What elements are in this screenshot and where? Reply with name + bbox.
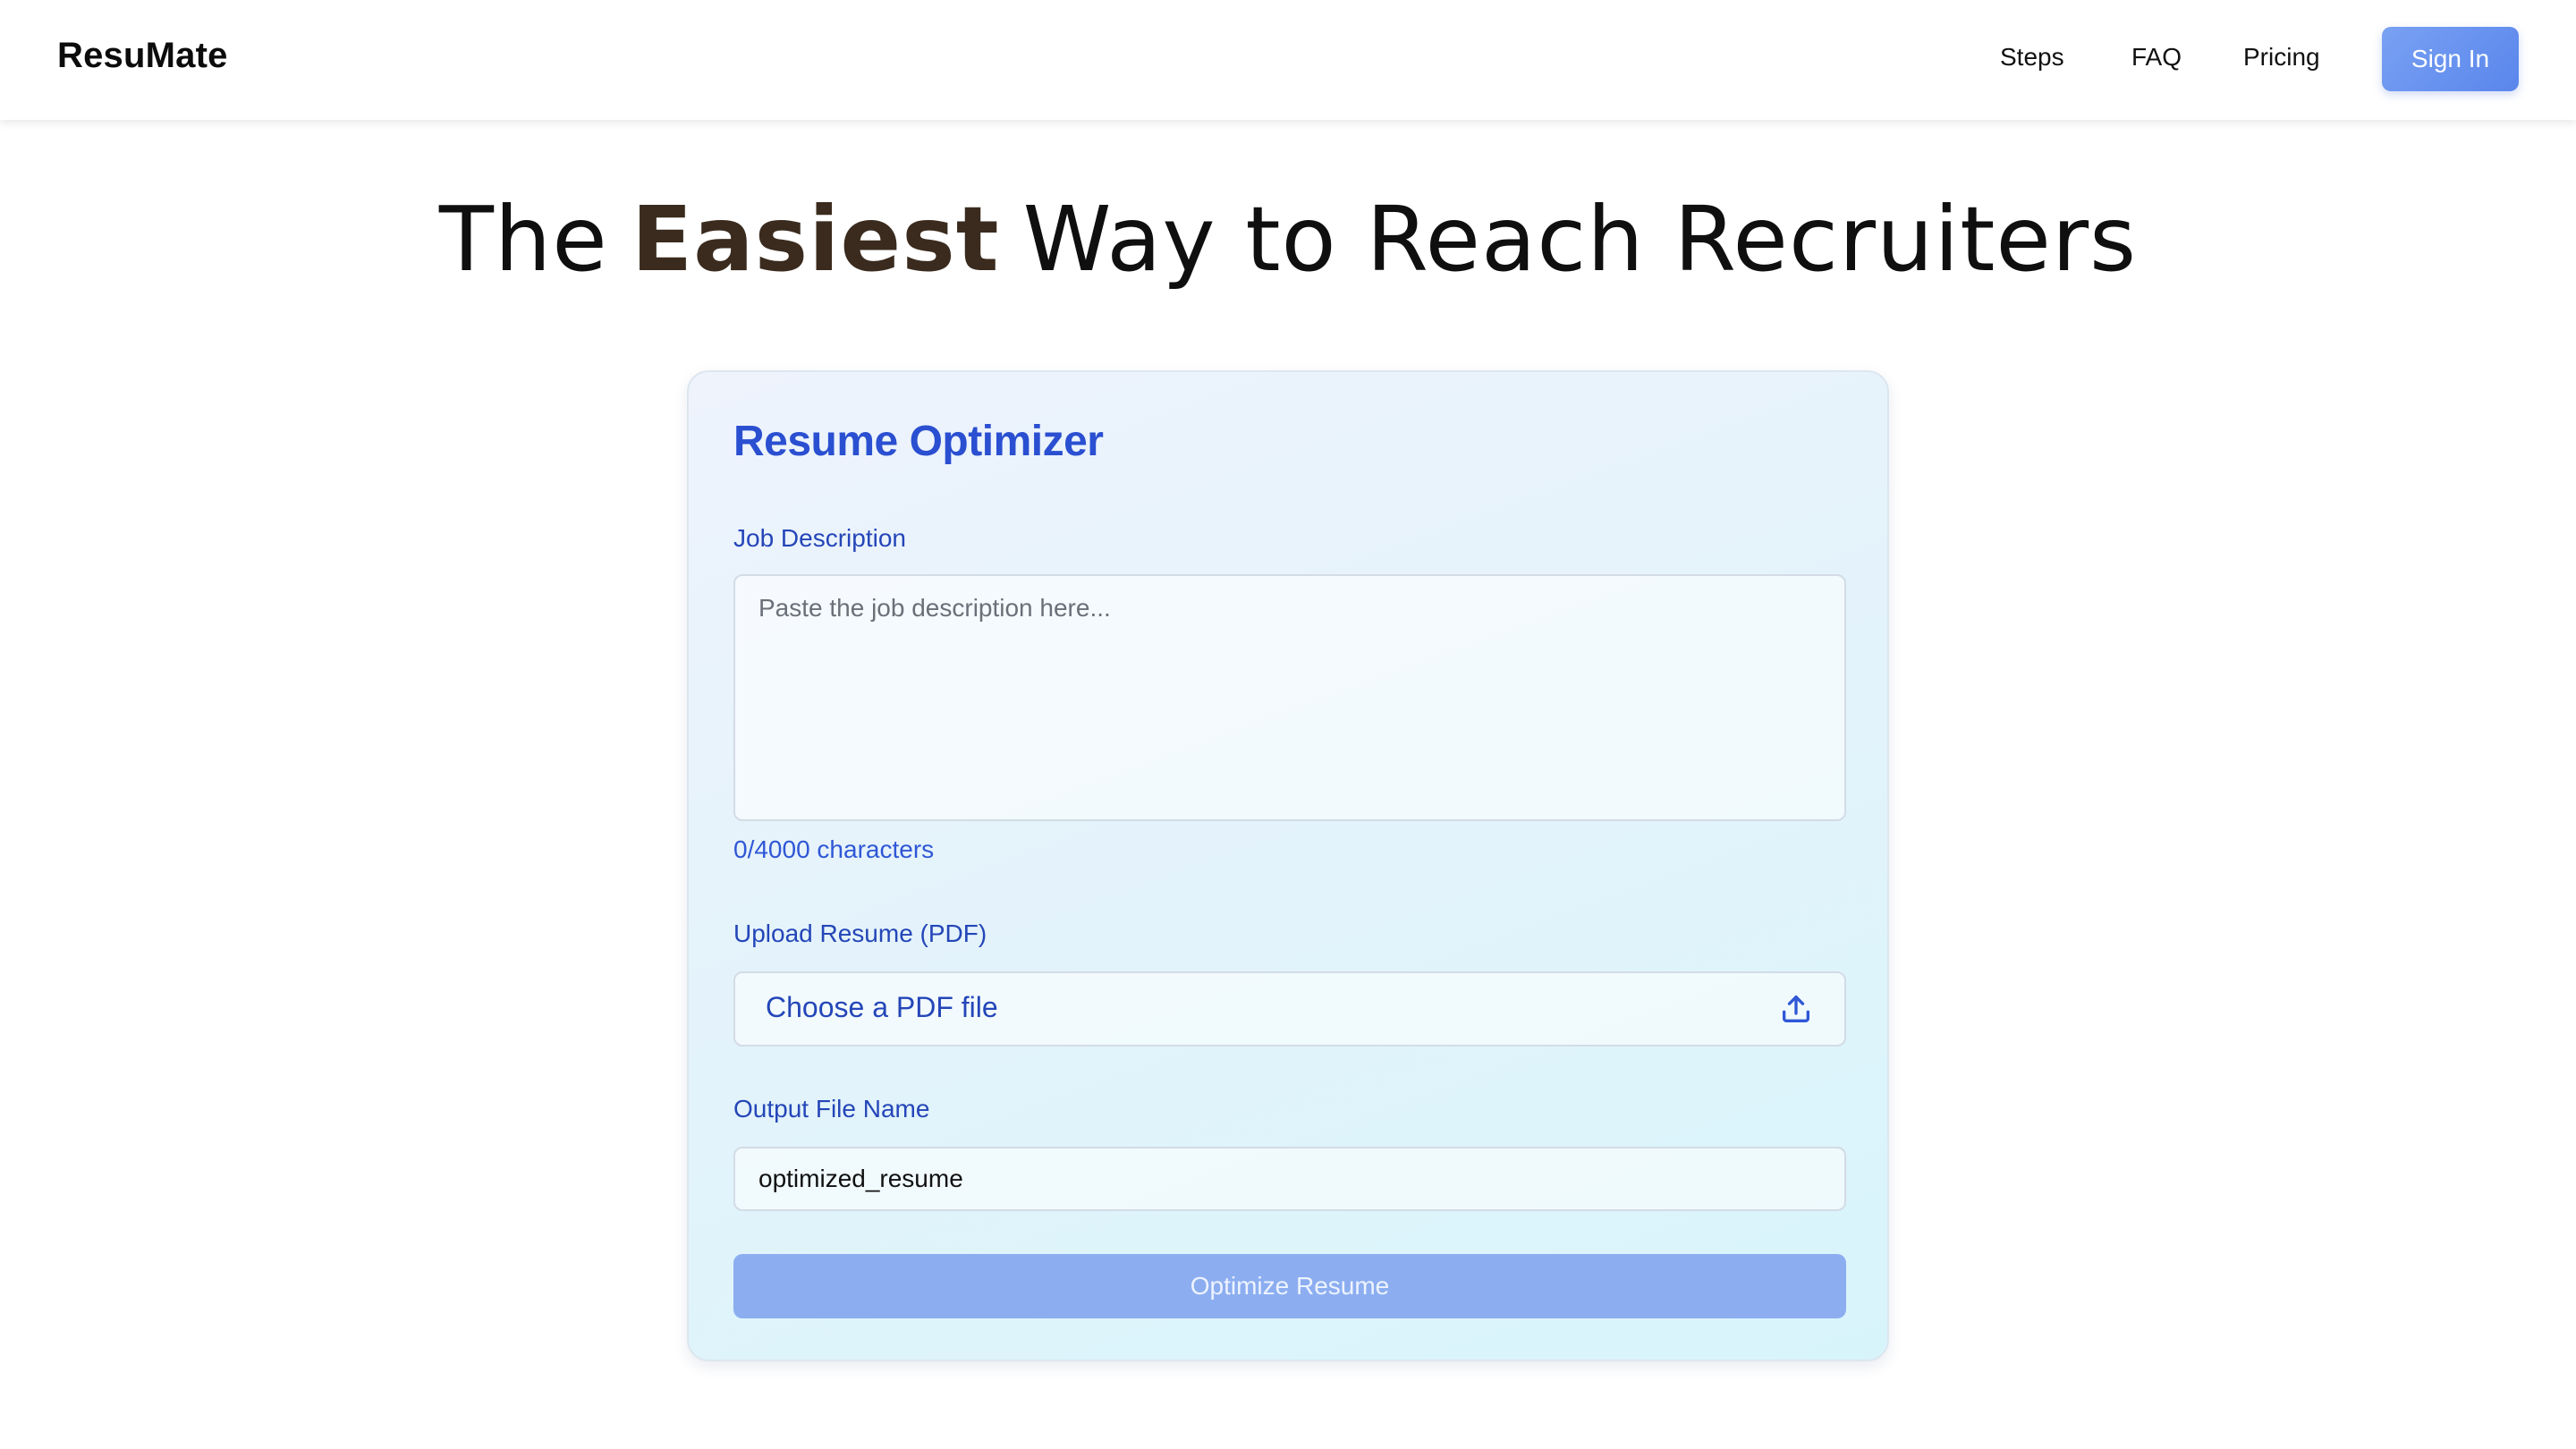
job-description-label: Job Description: [733, 524, 906, 552]
top-navbar: ResuMate Steps FAQ Pricing Sign In: [0, 0, 2576, 120]
hero-highlight-text: Easiest: [631, 187, 1000, 292]
hero-highlight: Easiest: [615, 179, 1016, 301]
resume-optimizer-card: Resume Optimizer Job Description Paste t…: [687, 370, 1889, 1361]
card-title: Resume Optimizer: [733, 418, 1104, 465]
optimize-resume-button[interactable]: Optimize Resume: [733, 1254, 1846, 1318]
nav-link-pricing[interactable]: Pricing: [2243, 43, 2320, 72]
hero-headline: The Easiest Way to Reach Recruiters: [0, 179, 2576, 301]
brand-logo[interactable]: ResuMate: [57, 36, 228, 76]
job-description-placeholder: Paste the job description here...: [758, 594, 1111, 622]
hero-prefix: The: [438, 187, 608, 292]
sign-in-button[interactable]: Sign In: [2382, 27, 2519, 91]
output-file-name-input[interactable]: optimized_resume: [733, 1147, 1846, 1211]
character-counter: 0/4000 characters: [733, 835, 935, 863]
choose-pdf-text: Choose a PDF file: [766, 991, 998, 1023]
upload-icon: [1783, 996, 1809, 1022]
nav-link-faq[interactable]: FAQ: [2131, 43, 2182, 72]
job-description-textarea[interactable]: Paste the job description here...: [733, 574, 1846, 821]
nav-link-steps[interactable]: Steps: [2000, 43, 2064, 72]
pdf-upload-dropzone[interactable]: Choose a PDF file: [733, 971, 1846, 1046]
upload-resume-label: Upload Resume (PDF): [733, 919, 987, 947]
output-file-name-label: Output File Name: [733, 1095, 930, 1123]
hero-suffix: Way to Reach Recruiters: [1022, 187, 2138, 292]
